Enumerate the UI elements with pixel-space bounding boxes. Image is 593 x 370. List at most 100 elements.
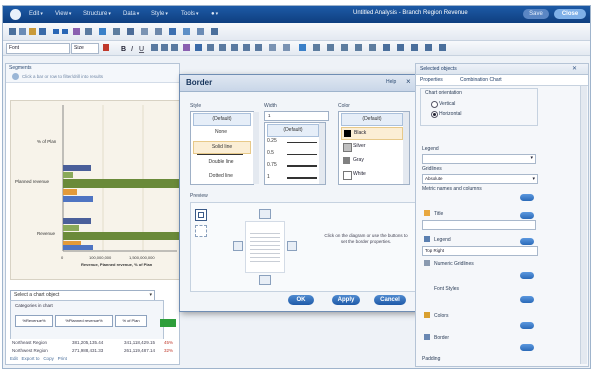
copy-link[interactable]: Copy — [43, 356, 54, 361]
drill-icon — [12, 73, 19, 80]
dialog-title-bar: Border Help × — [180, 75, 424, 92]
radio-vertical[interactable] — [431, 101, 438, 108]
style-option-none[interactable]: None — [193, 127, 249, 138]
style-scrollbar[interactable] — [253, 112, 259, 184]
properties-scrollbar[interactable] — [580, 86, 587, 364]
legend2-select[interactable]: Top Right — [422, 246, 538, 256]
font-size-select[interactable]: Size — [71, 43, 99, 54]
colors-button[interactable] — [520, 322, 534, 329]
width-option-1[interactable]: 0.25 — [267, 136, 285, 147]
radio-horizontal[interactable] — [431, 111, 438, 118]
border-none-icon[interactable] — [195, 225, 207, 237]
title-field[interactable] — [422, 220, 536, 230]
font-select[interactable]: Font — [6, 43, 70, 54]
width-option-3[interactable]: 0.75 — [267, 160, 285, 171]
orientation-group: Chart orientation Vertical Horizontal — [420, 88, 538, 126]
color-list[interactable]: (Default) Black Silver Gray White — [338, 111, 410, 185]
style-option-solid[interactable]: Solid line — [193, 141, 251, 154]
category-label-2: Planned revenue — [15, 179, 50, 184]
gridlines-select[interactable]: Absolute ▾ — [422, 174, 538, 184]
category-chip-revenue[interactable]: %Revenue% — [15, 315, 53, 327]
width-option-4[interactable]: 1 — [267, 172, 285, 183]
close-icon[interactable]: × — [406, 77, 411, 86]
width-value: 1 — [268, 113, 271, 118]
border-all-icon[interactable] — [195, 209, 207, 221]
color-option-default[interactable]: (Default) — [341, 113, 403, 126]
width-list[interactable]: (Default) 0.25 0.5 0.75 1 — [264, 122, 326, 185]
toolbar-icons[interactable] — [3, 23, 590, 40]
legend2-icon — [424, 236, 430, 242]
menu-structure[interactable]: Structure▾ — [83, 10, 111, 19]
width-option-2[interactable]: 0.5 — [267, 148, 285, 159]
border-left-icon[interactable] — [233, 241, 243, 251]
results-table: Northeast Region 381,205,135.44 341,118,… — [10, 339, 178, 357]
style-option-double[interactable]: Double line — [193, 157, 249, 168]
combination-chart[interactable]: % of Plan Planned revenue Revenue 0 100,… — [11, 101, 179, 279]
legend-select[interactable]: ▾ — [422, 154, 536, 164]
undo-icon — [53, 29, 59, 34]
help-menu-icon[interactable]: ●▾ — [211, 10, 218, 19]
legend2-button[interactable] — [520, 238, 534, 245]
series-icon — [369, 44, 376, 51]
color-option-white[interactable]: White — [341, 169, 401, 180]
width-sample-3 — [287, 165, 317, 167]
help-link[interactable]: Help — [386, 79, 396, 85]
diagram-text-lines — [250, 230, 280, 264]
export-link[interactable]: Export to — [22, 356, 40, 361]
color-option-silver[interactable]: Silver — [341, 141, 401, 152]
menu-view[interactable]: View▾ — [55, 10, 71, 19]
format-icons[interactable]: B I U — [99, 43, 589, 53]
metric-names-label: Metric names and columns — [422, 186, 482, 192]
close-button[interactable]: Close — [554, 9, 586, 19]
zoom-icon — [425, 44, 432, 51]
border-right-icon[interactable] — [287, 241, 297, 251]
table-row-2-name: Northwest Region — [12, 348, 48, 353]
font-styles-label: Font Styles — [434, 286, 460, 292]
select-chart-object-text: Select a chart object — [14, 292, 60, 298]
solid-line-sample — [197, 154, 243, 155]
ok-button[interactable]: OK — [288, 295, 314, 305]
border-bottom-icon[interactable] — [259, 275, 271, 285]
sum-icon — [113, 28, 120, 35]
menu-tools[interactable]: Tools▾ — [181, 10, 199, 19]
width-scrollbar[interactable] — [319, 123, 325, 184]
print-link[interactable]: Print — [58, 356, 67, 361]
color-scrollbar[interactable] — [403, 112, 409, 184]
menu-style[interactable]: Style▾ — [151, 10, 168, 19]
pin-icon[interactable]: ✕ — [572, 65, 577, 72]
filter-icon — [73, 28, 80, 35]
app-logo-icon[interactable] — [10, 9, 21, 20]
table-row-2-v1: 271,988,431.33 — [72, 348, 104, 353]
swatch-white — [343, 171, 352, 180]
font-styles-button[interactable] — [520, 296, 534, 303]
cancel-button[interactable]: Cancel — [374, 295, 406, 305]
save-button[interactable]: Save — [523, 9, 549, 19]
width-input[interactable]: 1 — [264, 111, 329, 121]
border-diagram[interactable] — [245, 221, 285, 273]
style-list[interactable]: (Default) None Solid line Double line Do… — [190, 111, 259, 185]
table-row-1-pct: 45% — [164, 340, 174, 345]
color-option-gray[interactable]: Gray — [341, 155, 401, 166]
title-button[interactable] — [520, 212, 534, 219]
align-center-icon — [161, 44, 168, 51]
category-chip-pct[interactable]: % of Plan — [115, 315, 147, 327]
chart-area[interactable]: % of Plan Planned revenue Revenue 0 100,… — [10, 100, 180, 280]
title-bar: Edit▾ View▾ Structure▾ Data▾ Style▾ Tool… — [3, 6, 590, 23]
apply-button[interactable]: Apply — [332, 295, 360, 305]
border-button[interactable] — [520, 344, 534, 351]
menu-edit[interactable]: Edit▾ — [29, 10, 43, 19]
border-top-icon[interactable] — [259, 209, 271, 219]
style-option-default[interactable]: (Default) — [193, 113, 251, 126]
category-chip-planned[interactable]: %Planned revenue% — [55, 315, 113, 327]
number-format-icon — [207, 44, 214, 51]
metric-names-button[interactable] — [520, 194, 534, 201]
filter-hint[interactable]: Click a bar or row to filter/drill into … — [22, 74, 103, 79]
style-option-dotted[interactable]: Dotted line — [193, 171, 249, 182]
numeric-gridlines-button[interactable] — [520, 272, 534, 279]
edit-link[interactable]: Edit — [10, 356, 18, 361]
tab-combination-chart[interactable]: Combination Chart — [460, 77, 502, 83]
color-option-black[interactable]: Black — [341, 127, 403, 140]
tab-properties[interactable]: Properties — [420, 77, 443, 83]
title-icon — [424, 210, 430, 216]
menu-data[interactable]: Data▾ — [123, 10, 139, 19]
